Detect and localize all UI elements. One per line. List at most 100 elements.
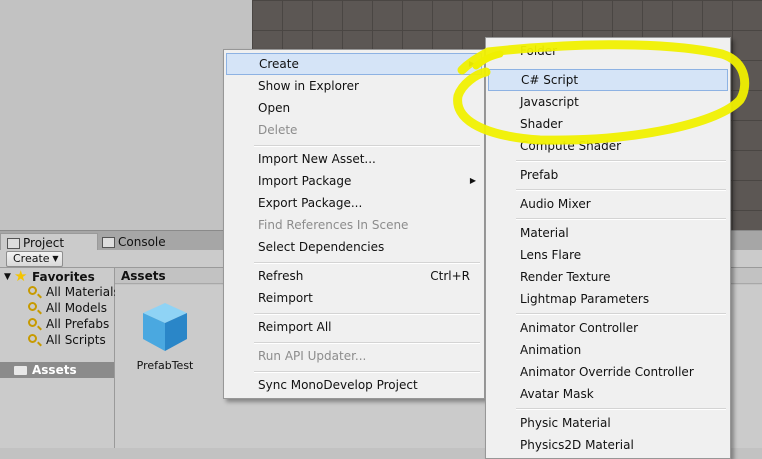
menu-item-label: Open [258,101,291,115]
favorites-label: Favorites [32,270,95,284]
menu-item-open[interactable]: Open [226,97,482,119]
asset-prefabtest[interactable]: PrefabTest [135,299,195,372]
tree-assets-label: Assets [32,363,77,377]
submenu-item-physics2d-material[interactable]: Physics2D Material [488,434,728,456]
menu-item-run-api-updater: Run API Updater... [226,345,482,367]
asset-name: PrefabTest [136,359,194,372]
menu-item-label: Import Package [258,174,352,188]
menu-separator [254,262,480,264]
prefab-cube-icon [137,299,193,355]
menu-item-sync-monodevelop[interactable]: Sync MonoDevelop Project [226,374,482,396]
menu-item-import-package[interactable]: Import Package ▶ [226,170,482,192]
menu-item-label: Create [259,57,299,71]
menu-item-import-new-asset[interactable]: Import New Asset... [226,148,482,170]
submenu-item-animation[interactable]: Animation [488,339,728,361]
submenu-item-label: Shader [520,117,563,131]
tree-item-label: All Prefabs [46,317,110,331]
menu-item-label: Show in Explorer [258,79,359,93]
menu-separator [516,189,726,191]
expand-triangle-icon[interactable]: ▼ [4,269,11,285]
tree-item-all-prefabs[interactable]: All Prefabs [28,316,109,332]
create-dropdown-button[interactable]: Create ▼ [6,251,63,267]
submenu-item-animator-controller[interactable]: Animator Controller [488,317,728,339]
menu-item-label: Refresh [258,269,304,283]
menu-item-reimport[interactable]: Reimport [226,287,482,309]
console-icon [102,237,115,248]
tree-favorites[interactable]: ▼ ★ Favorites [4,268,95,285]
submenu-item-label: Animation [520,343,582,357]
search-icon [28,286,37,295]
submenu-item-label: Animator Override Controller [520,365,694,379]
menu-separator [516,313,726,315]
search-icon [28,334,37,343]
submenu-item-label: C# Script [521,73,579,87]
tab-console[interactable]: Console [96,233,206,251]
submenu-item-folder[interactable]: Folder [488,40,728,62]
shortcut-label: Ctrl+R [430,269,470,283]
submenu-item-javascript[interactable]: Javascript [488,91,728,113]
menu-item-label: Delete [258,123,298,137]
menu-item-select-dependencies[interactable]: Select Dependencies [226,236,482,258]
submenu-item-label: Physics2D Material [520,438,634,452]
tree-item-all-materials[interactable]: All Materials [28,284,120,300]
tree-item-assets[interactable]: Assets [0,362,114,378]
menu-item-create[interactable]: Create ▶ [226,53,482,75]
tree-item-label: All Models [46,301,107,315]
menu-separator [254,371,480,373]
menu-item-label: Run API Updater... [258,349,367,363]
submenu-item-label: Folder [520,44,558,58]
menu-item-refresh[interactable]: Refresh Ctrl+R [226,265,482,287]
menu-item-export-package[interactable]: Export Package... [226,192,482,214]
submenu-item-physic-material[interactable]: Physic Material [488,412,728,434]
search-icon [28,302,37,311]
menu-item-label: Select Dependencies [258,240,385,254]
menu-item-label: Find References In Scene [258,218,409,232]
context-menu: Create ▶ Show in Explorer Open Delete Im… [223,49,485,399]
menu-item-label: Reimport All [258,320,332,334]
submenu-arrow-icon: ▶ [468,59,475,68]
submenu-item-lightmap-parameters[interactable]: Lightmap Parameters [488,288,728,310]
folder-icon [14,366,27,375]
submenu-item-audio-mixer[interactable]: Audio Mixer [488,193,728,215]
chevron-down-icon: ▼ [52,254,59,263]
submenu-item-label: Avatar Mask [520,387,594,401]
tree-item-all-scripts[interactable]: All Scripts [28,332,106,348]
tree-item-label: All Scripts [46,333,106,347]
menu-item-delete: Delete [226,119,482,141]
submenu-item-label: Animator Controller [520,321,639,335]
menu-item-label: Import New Asset... [258,152,376,166]
menu-item-show-in-explorer[interactable]: Show in Explorer [226,75,482,97]
tree-item-all-models[interactable]: All Models [28,300,107,316]
submenu-item-label: Compute Shader [520,139,622,153]
menu-separator [516,160,726,162]
submenu-arrow-icon: ▶ [469,176,476,185]
menu-separator [516,408,726,410]
submenu-item-label: Javascript [520,95,579,109]
search-icon [28,318,37,327]
submenu-item-material[interactable]: Material [488,222,728,244]
submenu-item-label: Physic Material [520,416,611,430]
tree-item-label: All Materials [46,285,120,299]
submenu-item-csharp-script[interactable]: C# Script [488,69,728,91]
menu-item-reimport-all[interactable]: Reimport All [226,316,482,338]
inspector-blank-area [0,0,252,230]
submenu-item-label: Lens Flare [520,248,582,262]
menu-separator [254,313,480,315]
menu-separator [254,342,480,344]
submenu-item-label: Audio Mixer [520,197,591,211]
folder-icon [7,238,20,249]
submenu-item-shader[interactable]: Shader [488,113,728,135]
submenu-item-render-texture[interactable]: Render Texture [488,266,728,288]
tab-console-label: Console [118,235,166,249]
submenu-item-avatar-mask[interactable]: Avatar Mask [488,383,728,405]
menu-item-find-references: Find References In Scene [226,214,482,236]
submenu-item-animator-override-controller[interactable]: Animator Override Controller [488,361,728,383]
menu-separator [516,218,726,220]
submenu-item-compute-shader[interactable]: Compute Shader [488,135,728,157]
submenu-item-lens-flare[interactable]: Lens Flare [488,244,728,266]
menu-separator [254,145,480,147]
menu-item-label: Sync MonoDevelop Project [258,378,418,392]
submenu-item-label: Lightmap Parameters [520,292,650,306]
submenu-item-prefab[interactable]: Prefab [488,164,728,186]
menu-item-label: Export Package... [258,196,363,210]
